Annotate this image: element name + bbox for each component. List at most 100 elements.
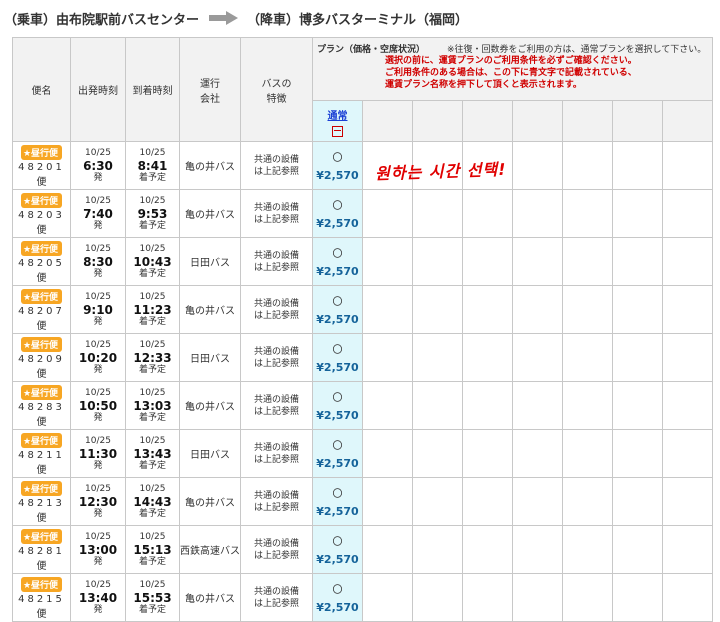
- arrive-cell: 10/25 13:03 着予定: [125, 381, 180, 430]
- arrive-time: 13:03: [133, 398, 172, 413]
- arrive-time: 15:13: [133, 542, 172, 557]
- fare-select-cell[interactable]: 〇 ¥2,570: [312, 429, 363, 478]
- fare-price[interactable]: ¥2,570: [316, 217, 358, 230]
- daytime-badge: ★昼行便: [20, 480, 63, 496]
- arrive-time: 15:53: [133, 590, 172, 605]
- fare-price[interactable]: ¥2,570: [316, 169, 358, 182]
- fare-select-cell[interactable]: 〇 ¥2,570: [312, 285, 363, 334]
- features-line-2: は上記参照: [253, 406, 299, 417]
- fare-price[interactable]: ¥2,570: [316, 553, 358, 566]
- fare-select-cell[interactable]: 〇 ¥2,570: [312, 189, 363, 238]
- empty-plan-cell: [512, 573, 563, 622]
- arrive-date: 10/25: [139, 291, 166, 302]
- bin-cell: ★昼行便 48213 便: [12, 477, 71, 526]
- availability-mark[interactable]: 〇: [313, 389, 362, 404]
- fare-select-cell[interactable]: 〇 ¥2,570: [312, 477, 363, 526]
- availability-mark[interactable]: 〇: [313, 245, 362, 260]
- plan-link-tsuujou[interactable]: 通常: [313, 107, 362, 122]
- features-line-2: は上記参照: [253, 454, 299, 465]
- features-line-2: は上記参照: [253, 262, 299, 273]
- arrive-date: 10/25: [139, 435, 166, 446]
- features-line-1: 共通の設備: [253, 586, 299, 597]
- depart-time: 7:40: [83, 206, 113, 221]
- arrow-right-icon: [209, 10, 239, 26]
- bin-cell: ★昼行便 48215 便: [12, 573, 71, 622]
- fare-select-cell[interactable]: 〇 ¥2,570: [312, 525, 363, 574]
- empty-plan-cell: [662, 237, 713, 286]
- depart-cell: 10/25 9:10 発: [70, 285, 126, 334]
- arrive-cell: 10/25 14:43 着予定: [125, 477, 180, 526]
- empty-plan-cell: [612, 573, 663, 622]
- fare-price[interactable]: ¥2,570: [316, 409, 358, 422]
- operator-cell: 亀の井バス: [179, 477, 241, 526]
- availability-mark[interactable]: 〇: [313, 533, 362, 548]
- fare-select-cell[interactable]: 〇 ¥2,570: [312, 333, 363, 382]
- daytime-badge: ★昼行便: [20, 288, 63, 304]
- plan-column-tsuujou: 通常: [312, 100, 363, 142]
- features-cell: 共通の設備 は上記参照: [240, 333, 313, 382]
- features-cell: 共通の設備 は上記参照: [240, 525, 313, 574]
- bin-number: 48201: [18, 161, 65, 173]
- empty-plan-cell: [512, 141, 563, 190]
- arrive-date: 10/25: [139, 579, 166, 590]
- availability-mark[interactable]: 〇: [313, 197, 362, 212]
- availability-mark[interactable]: 〇: [313, 341, 362, 356]
- fare-select-cell[interactable]: 〇 ¥2,570: [312, 573, 363, 622]
- depart-time: 13:40: [78, 590, 118, 605]
- availability-mark[interactable]: 〇: [313, 293, 362, 308]
- empty-plan-cell: [462, 525, 513, 574]
- empty-plan-cell: [362, 189, 413, 238]
- empty-plan-cell: [612, 141, 663, 190]
- operator-cell: 日田バス: [179, 429, 241, 478]
- table-row: ★昼行便 48283 便 10/25 10:50 発 10/25 13:03 着予定 亀の井バス共…: [12, 381, 713, 430]
- empty-plan-cell: [562, 525, 613, 574]
- arrive-suffix: 着予定: [138, 364, 166, 375]
- fare-select-cell[interactable]: 〇 ¥2,570: [312, 237, 363, 286]
- empty-plan-cell: [612, 237, 663, 286]
- fare-select-cell[interactable]: 〇 ¥2,570: [312, 141, 363, 190]
- operator-cell: 西鉄高速バス: [179, 525, 241, 574]
- calendar-icon[interactable]: [332, 126, 343, 137]
- daytime-badge: ★昼行便: [20, 528, 63, 544]
- availability-mark[interactable]: 〇: [313, 581, 362, 596]
- empty-plan-cell: [412, 285, 463, 334]
- fare-price[interactable]: ¥2,570: [316, 601, 358, 614]
- bin-unit: 便: [36, 320, 47, 332]
- features-line-2: は上記参照: [253, 598, 299, 609]
- empty-plan-cell: [662, 189, 713, 238]
- features-line-1: 共通の設備: [253, 394, 299, 405]
- fare-price[interactable]: ¥2,570: [316, 457, 358, 470]
- depart-date: 10/25: [85, 579, 111, 590]
- fare-price[interactable]: ¥2,570: [316, 313, 358, 326]
- features-cell: 共通の設備 は上記参照: [240, 573, 313, 622]
- features-line-2: は上記参照: [253, 550, 299, 561]
- fare-price[interactable]: ¥2,570: [316, 505, 358, 518]
- availability-mark[interactable]: 〇: [313, 485, 362, 500]
- empty-plan-cell: [562, 141, 613, 190]
- bin-unit: 便: [36, 272, 47, 284]
- depart-date: 10/25: [85, 147, 111, 158]
- availability-mark[interactable]: 〇: [313, 149, 362, 164]
- arrive-time: 11:23: [133, 302, 172, 317]
- empty-plan-cell: [412, 525, 463, 574]
- arrive-suffix: 着予定: [138, 412, 166, 423]
- fare-price[interactable]: ¥2,570: [316, 265, 358, 278]
- features-cell: 共通の設備 は上記参照: [240, 237, 313, 286]
- depart-cell: 10/25 11:30 発: [70, 429, 126, 478]
- depart-date: 10/25: [85, 291, 111, 302]
- bin-number: 48211: [18, 449, 65, 461]
- empty-plan-cell: [662, 477, 713, 526]
- arrive-cell: 10/25 11:23 着予定: [125, 285, 180, 334]
- table-row: ★昼行便 48207 便 10/25 9:10 発 10/25 11:23 着予定 亀の井バス 共通…: [12, 285, 713, 334]
- fare-select-cell[interactable]: 〇 ¥2,570: [312, 381, 363, 430]
- bin-number: 48203: [18, 209, 65, 221]
- depart-cell: 10/25 8:30 発: [70, 237, 126, 286]
- empty-plan-cell: [612, 525, 663, 574]
- empty-plan-cell: [462, 333, 513, 382]
- bin-unit: 便: [36, 464, 47, 476]
- fare-price[interactable]: ¥2,570: [316, 361, 358, 374]
- availability-mark[interactable]: 〇: [313, 437, 362, 452]
- empty-plan-cell: [662, 333, 713, 382]
- operator-cell: 亀の井バス: [179, 381, 241, 430]
- empty-plan-cell: [362, 525, 413, 574]
